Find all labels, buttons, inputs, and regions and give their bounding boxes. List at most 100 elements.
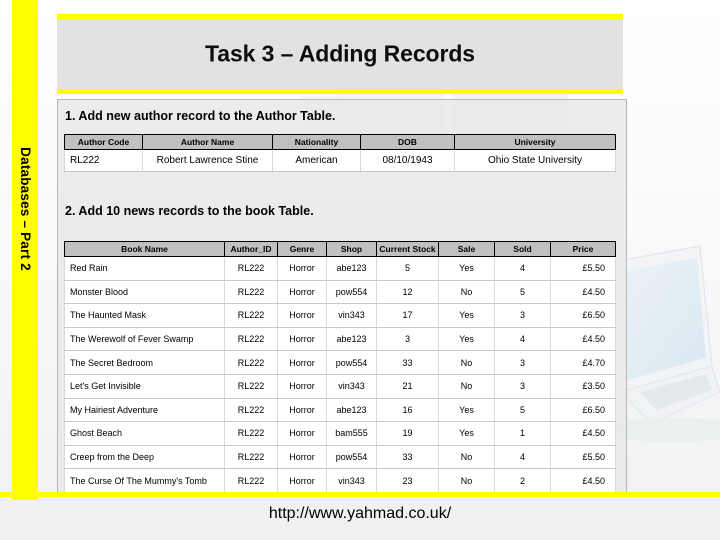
current-stock-cell: 33 [376,444,439,470]
genre-cell: Horror [277,468,327,493]
price-cell: £4.50 [550,421,616,446]
book-table-header-row: Book Name Author_ID Genre Shop Current S… [64,241,616,257]
price-cell: £6.50 [550,397,616,423]
shop-cell: abe123 [326,326,377,352]
book-table-header-cell: Price [550,241,616,257]
author-id-cell: RL222 [224,468,278,493]
table-row: Red Rain RL222 Horror abe123 5 Yes 4 £5.50 [64,256,616,281]
genre-cell: Horror [277,326,327,352]
author-code-cell: RL222 [64,149,143,172]
current-stock-cell: 3 [376,326,439,352]
sale-cell: Yes [438,303,495,328]
book-table-header-cell: Author_ID [224,241,278,257]
book-table-header-cell: Genre [277,241,327,257]
sale-cell: No [438,350,495,375]
author-id-cell: RL222 [224,350,278,375]
book-table: Book Name Author_ID Genre Shop Current S… [64,241,616,493]
table-row: Creep from the Deep RL222 Horror pow554 33 No… [64,444,616,470]
shop-cell: pow554 [326,350,377,375]
author-table-header-row: Author Code Author Name Nationality DOB … [64,134,616,150]
current-stock-cell: 17 [376,303,439,328]
book-name-cell: Ghost Beach [64,421,225,446]
book-name-cell: The Haunted Mask [64,303,225,328]
shop-cell: abe123 [326,397,377,423]
book-name-cell: Red Rain [64,256,225,281]
genre-cell: Horror [277,303,327,328]
genre-cell: Horror [277,421,327,446]
author-table-header-cell: Author Name [142,134,273,150]
sold-cell: 3 [494,350,551,375]
sale-cell: Yes [438,256,495,281]
book-name-cell: My Hairiest Adventure [64,397,225,423]
bottom-rule [0,492,720,497]
current-stock-cell: 5 [376,256,439,281]
author-id-cell: RL222 [224,326,278,352]
genre-cell: Horror [277,397,327,423]
shop-cell: vin343 [326,373,377,399]
sold-cell: 4 [494,326,551,352]
task-2-heading: 2. Add 10 news records to the book Table… [65,204,314,218]
book-name-cell: The Secret Bedroom [64,350,225,375]
task-1-heading: 1. Add new author record to the Author T… [65,109,336,123]
genre-cell: Horror [277,256,327,281]
current-stock-cell: 16 [376,397,439,423]
shop-cell: vin343 [326,468,377,493]
nationality-cell: American [272,149,361,172]
shop-cell: pow554 [326,444,377,470]
sold-cell: 4 [494,256,551,281]
sold-cell: 4 [494,444,551,470]
table-row: RL222 Robert Lawrence Stine American 08/… [64,149,616,172]
price-cell: £4.50 [550,279,616,305]
title-panel: Task 3 – Adding Records [57,14,623,94]
sale-cell: Yes [438,421,495,446]
book-table-header-cell: Current Stock [376,241,439,257]
book-name-cell: The Werewolf of Fever Swamp [64,326,225,352]
shop-cell: bam555 [326,421,377,446]
table-row: The Curse Of The Mummy's Tomb RL222 Horror… [64,468,616,493]
table-row: Monster Blood RL222 Horror pow554 12 No 5 £4.50 [64,279,616,305]
table-row: Ghost Beach RL222 Horror bam555 19 Yes 1 £4.50 [64,421,616,446]
sale-cell: No [438,279,495,305]
author-table-header-cell: Author Code [64,134,143,150]
author-table-header-cell: Nationality [272,134,361,150]
current-stock-cell: 23 [376,468,439,493]
content-panel: 1. Add new author record to the Author T… [57,99,627,493]
shop-cell: abe123 [326,256,377,281]
sold-cell: 1 [494,421,551,446]
shop-cell: pow554 [326,279,377,305]
book-table-body: Red Rain RL222 Horror abe123 5 Yes 4 £5.50 Monst… [64,256,616,493]
book-name-cell: Creep from the Deep [64,444,225,470]
genre-cell: Horror [277,350,327,375]
sale-cell: No [438,444,495,470]
current-stock-cell: 19 [376,421,439,446]
book-table-header-cell: Sale [438,241,495,257]
author-id-cell: RL222 [224,373,278,399]
author-table-header-cell: University [454,134,616,150]
book-name-cell: The Curse Of The Mummy's Tomb [64,468,225,493]
genre-cell: Horror [277,444,327,470]
price-cell: £4.50 [550,468,616,493]
author-id-cell: RL222 [224,303,278,328]
author-id-cell: RL222 [224,397,278,423]
author-name-cell: Robert Lawrence Stine [142,149,273,172]
sale-cell: Yes [438,397,495,423]
shop-cell: vin343 [326,303,377,328]
sold-cell: 3 [494,373,551,399]
table-row: My Hairiest Adventure RL222 Horror abe123 16… [64,397,616,423]
university-cell: Ohio State University [454,149,616,172]
price-cell: £4.70 [550,350,616,375]
current-stock-cell: 12 [376,279,439,305]
side-tab-label: Databases – Part 2 [18,147,33,271]
author-table-header-cell: DOB [360,134,455,150]
footer-url: http://www.yahmad.co.uk/ [268,505,452,522]
current-stock-cell: 33 [376,350,439,375]
author-id-cell: RL222 [224,421,278,446]
price-cell: £5.50 [550,256,616,281]
table-row: The Secret Bedroom RL222 Horror pow554 33 No 3… [64,350,616,375]
genre-cell: Horror [277,279,327,305]
table-row: The Werewolf of Fever Swamp RL222 Horror ab… [64,326,616,352]
sale-cell: No [438,373,495,399]
book-name-cell: Let's Get Invisible [64,373,225,399]
sold-cell: 2 [494,468,551,493]
table-row: The Haunted Mask RL222 Horror vin343 17 Yes 3 £… [64,303,616,328]
